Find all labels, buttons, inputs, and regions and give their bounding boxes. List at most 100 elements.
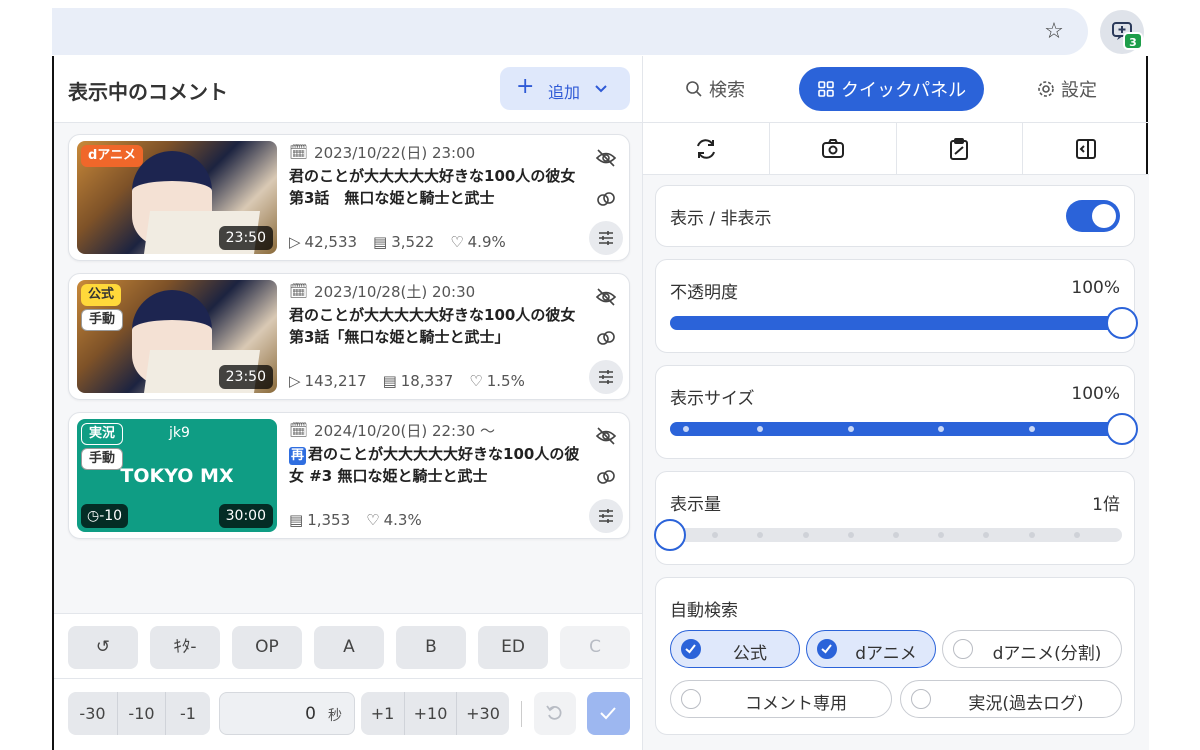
sliders-icon [599, 231, 613, 245]
amount-slider[interactable] [654, 519, 1122, 551]
channel-id: jk9 [169, 425, 190, 441]
offset-seek-row: -30 -10 -1 0 秒 +1 +10 +30 [54, 678, 642, 750]
comment-list-column: 表示中のコメント + 追加 dアニメ 23:50 🗓 2023/10/22(日) … [54, 56, 642, 750]
auto-search-setting: 自動検索 公式 dアニメ dアニメ(分割) コメント専用 実況(過去ログ) [655, 577, 1135, 735]
heart-icon: ♡ [366, 511, 380, 529]
chapter-ed-button[interactable]: ED [478, 626, 548, 669]
auto-search-label: 自動検索 [670, 601, 738, 621]
tab-search-label: 検索 [709, 80, 745, 101]
reset-chapter-button[interactable]: ↺ [68, 626, 138, 669]
undo-offset-button[interactable] [534, 692, 576, 735]
address-bar[interactable] [52, 8, 1088, 55]
slider-step-dot [983, 532, 990, 538]
list-item[interactable]: 公式 手動 23:50 🗓 2023/10/28(土) 20:30 君のことが大大… [68, 273, 630, 400]
comment-source-list: dアニメ 23:50 🗓 2023/10/22(日) 23:00 君のことが大大大… [54, 123, 642, 613]
slider-handle[interactable] [1106, 307, 1138, 339]
link-icon[interactable] [595, 188, 617, 210]
tab-settings[interactable]: 設定 [1019, 67, 1115, 111]
play-icon: ▷ [289, 372, 301, 390]
adjust-button[interactable] [589, 360, 623, 394]
size-slider[interactable] [670, 413, 1138, 445]
chapter-c-button[interactable]: C [560, 626, 630, 669]
live-badge: 実況 [81, 423, 124, 445]
duration: 23:50 [218, 365, 273, 389]
toggle-sidebar-button[interactable] [1023, 123, 1149, 174]
list-title: 表示中のコメント [68, 80, 228, 104]
adjust-button[interactable] [589, 221, 623, 255]
adjust-button[interactable] [589, 499, 623, 533]
sliders-icon [599, 370, 613, 384]
link-icon[interactable] [595, 327, 617, 349]
hide-eye-icon[interactable] [595, 425, 617, 447]
chapter-op-button[interactable]: OP [232, 626, 302, 669]
auto-search-comment-only-chip[interactable]: コメント専用 [670, 680, 892, 718]
size-label: 表示サイズ [670, 389, 755, 409]
hide-eye-icon[interactable] [595, 147, 617, 169]
sliders-icon [599, 509, 613, 523]
channel-thumbnail: 実況 手動 jk9 TOKYO MX ◷-10 30:00 [77, 419, 277, 532]
auto-search-danime-split-chip[interactable]: dアニメ(分割) [942, 630, 1122, 668]
seek-plus-30-button[interactable]: +30 [457, 692, 509, 735]
manual-badge: 手動 [81, 309, 124, 331]
offset-seconds-input[interactable]: 0 秒 [219, 692, 355, 735]
opacity-label: 不透明度 [670, 283, 738, 303]
extension-button[interactable]: 3 [1100, 10, 1144, 54]
tab-settings-label: 設定 [1061, 80, 1097, 101]
opacity-slider[interactable] [670, 307, 1138, 339]
heart-icon: ♡ [450, 233, 464, 251]
quick-tools [643, 123, 1149, 175]
chapter-jump-row: ↺ ｷﾀ- OP A B ED C [54, 613, 642, 678]
slider-step-dot [682, 426, 689, 432]
opacity-setting: 不透明度 100% [655, 259, 1138, 353]
hide-eye-icon[interactable] [595, 286, 617, 308]
reload-button[interactable] [643, 123, 770, 174]
thumbnail: 公式 手動 23:50 [77, 280, 277, 393]
duration: 23:50 [218, 226, 273, 250]
heart-icon: ♡ [469, 372, 483, 390]
chapter-kita-button[interactable]: ｷﾀ- [150, 626, 220, 669]
apply-offset-button[interactable] [587, 692, 630, 735]
seek-plus-10-button[interactable]: +10 [405, 692, 457, 735]
slider-step-dot [893, 532, 899, 538]
comment-count: 1,353 [307, 511, 351, 529]
seek-plus-1-button[interactable]: +1 [361, 692, 405, 735]
divider [521, 701, 522, 727]
chip-label: 実況(過去ログ) [968, 694, 1084, 714]
seek-minus-1-button[interactable]: -1 [166, 692, 210, 735]
check-icon [911, 689, 931, 709]
visibility-label: 表示 / 非表示 [670, 209, 772, 229]
list-item[interactable]: dアニメ 23:50 🗓 2023/10/22(日) 23:00 君のことが大大大… [68, 134, 630, 261]
slider-handle[interactable] [654, 519, 686, 551]
seek-minus-30-button[interactable]: -30 [68, 692, 118, 735]
auto-search-live-log-chip[interactable]: 実況(過去ログ) [900, 680, 1122, 718]
duration: 30:00 [218, 504, 273, 528]
chapter-b-button[interactable]: B [396, 626, 466, 669]
auto-search-official-chip[interactable]: 公式 [670, 630, 800, 668]
add-button-label: 追加 [548, 83, 581, 102]
opacity-value: 100% [1071, 278, 1120, 298]
visibility-toggle[interactable] [1066, 200, 1120, 232]
visibility-setting: 表示 / 非表示 [655, 185, 1135, 247]
auto-search-danime-chip[interactable]: dアニメ [806, 630, 936, 668]
bookmark-star-icon[interactable]: ☆ [1040, 18, 1068, 46]
episode-title: 再君のことが大大大大大好きな100人の彼女 #3 無口な姫と騎士と武士 [289, 443, 589, 487]
camera-icon [821, 138, 844, 158]
list-item[interactable]: 実況 手動 jk9 TOKYO MX ◷-10 30:00 🗓 2024/10/2… [68, 412, 630, 539]
seek-minus-10-button[interactable]: -10 [118, 692, 166, 735]
danime-badge: dアニメ [81, 145, 144, 167]
slider-step-dot [847, 426, 854, 432]
link-icon[interactable] [595, 466, 617, 488]
clipboard-button[interactable] [897, 123, 1024, 174]
tab-quick-panel[interactable]: クイックパネル [799, 67, 985, 111]
tab-search[interactable]: 検索 [667, 67, 763, 111]
grid-icon [818, 81, 834, 97]
like-rate: 4.3% [383, 511, 422, 529]
slider-step-dot [1028, 532, 1035, 538]
slider-handle[interactable] [1106, 413, 1138, 445]
search-icon [686, 81, 702, 97]
add-button[interactable]: + 追加 [500, 67, 630, 110]
tab-bar: 検索 クイックパネル 設定 [643, 56, 1149, 123]
screenshot-button[interactable] [770, 123, 897, 174]
like-rate: 4.9% [467, 233, 506, 251]
chapter-a-button[interactable]: A [314, 626, 384, 669]
